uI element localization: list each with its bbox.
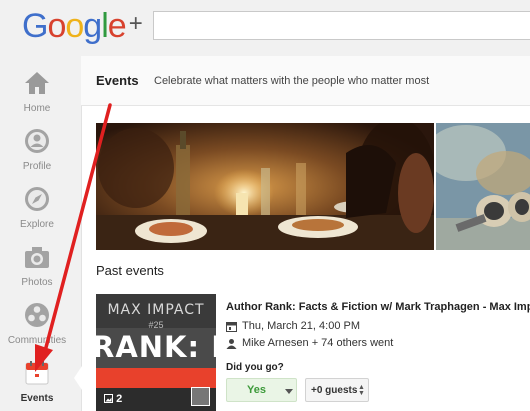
google-plus-logo[interactable]: Google + (22, 4, 143, 45)
sidebar-item-label: Photos (21, 277, 53, 288)
thumb-headline: RANK: FACTS (96, 330, 216, 364)
rsvp-value: Yes (247, 384, 266, 396)
logo-letter: o (65, 7, 84, 45)
sidebar-item-home[interactable]: Home (0, 69, 74, 127)
avatar[interactable] (191, 387, 210, 406)
rsvp-dropdown[interactable]: Yes (226, 378, 297, 402)
event-thumbnail[interactable]: MAX IMPACT #25 RANK: FACTS 2 (96, 294, 216, 411)
people-icon (226, 339, 237, 349)
logo-plus: + (128, 10, 143, 37)
sidebar-item-profile[interactable]: Profile (0, 127, 74, 185)
logo-letter: g (83, 7, 102, 45)
communities-icon (25, 303, 49, 327)
event-title[interactable]: Author Rank: Facts & Fiction w/ Mark Tra… (226, 301, 530, 313)
rsvp-question: Did you go? (226, 362, 284, 373)
logo-letter: o (47, 7, 66, 45)
search-input[interactable] (153, 11, 530, 40)
page-tagline: Celebrate what matters with the people w… (154, 75, 430, 87)
sidebar-item-label: Communities (7, 335, 67, 346)
sidebar-nav: Home Profile Explore Photos Communities … (0, 50, 80, 411)
sidebar-item-photos[interactable]: Photos (0, 243, 74, 301)
logo-wordmark: Google (22, 7, 127, 45)
camera-icon (25, 247, 49, 268)
sidebar-item-explore[interactable]: Explore (0, 185, 74, 243)
past-events-heading: Past events (96, 263, 164, 278)
events-header: Events Celebrate what matters with the p… (81, 56, 530, 106)
page-title: Events (96, 73, 139, 88)
active-nav-pointer (74, 366, 82, 390)
event-attendees[interactable]: Mike Arnesen + 74 others went (242, 337, 393, 349)
compass-icon (25, 187, 49, 211)
thumb-series-title: MAX IMPACT (107, 302, 205, 318)
guests-value: +0 guests (311, 385, 358, 396)
chevron-down-icon (285, 389, 293, 394)
home-icon (25, 72, 49, 94)
thumb-episode-number: #25 (148, 320, 164, 330)
calendar-small-icon (226, 322, 237, 332)
sidebar-item-label: Profile (22, 161, 52, 172)
hero-binoculars-photo[interactable] (436, 123, 530, 250)
sidebar-item-communities[interactable]: Communities (0, 301, 74, 359)
stepper-arrows-icon: ▲ ▼ (358, 384, 365, 397)
calendar-icon (25, 361, 49, 385)
photo-count-value: 2 (116, 393, 123, 405)
photo-icon (104, 394, 113, 403)
sidebar-item-label: Events (20, 393, 54, 404)
logo-letter: G (22, 7, 48, 45)
thumb-red-strip (96, 368, 216, 388)
event-date: Thu, March 21, 4:00 PM (242, 320, 360, 332)
sidebar-item-label: Home (23, 103, 51, 114)
sidebar-item-events[interactable]: Events (0, 359, 74, 411)
guests-stepper[interactable]: +0 guests ▲ ▼ (305, 378, 369, 402)
hero-dinner-photo[interactable] (96, 123, 434, 250)
logo-letter: e (107, 7, 127, 45)
top-bar: Google + (0, 0, 530, 50)
photo-count: 2 (104, 393, 122, 405)
sidebar-item-label: Explore (20, 219, 54, 230)
profile-icon (25, 129, 49, 153)
google-plus-events-page: Google + Home Profile Explore Photos Com… (0, 0, 530, 411)
